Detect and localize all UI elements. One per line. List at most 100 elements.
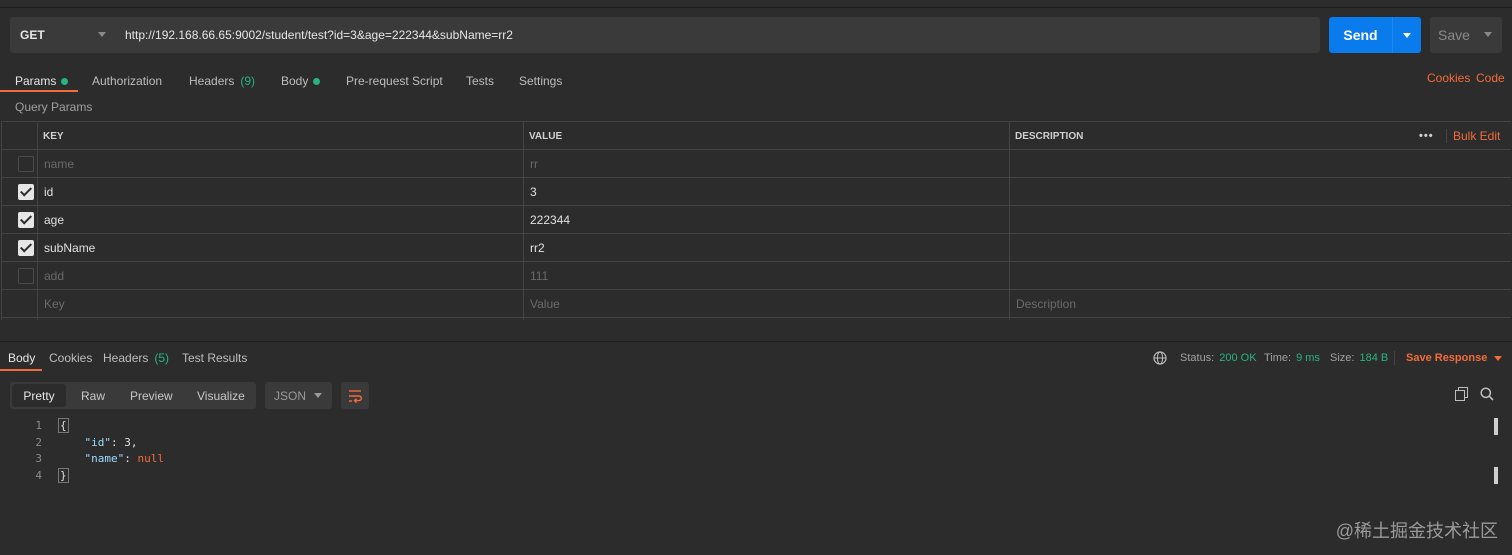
table-header-row: KEY VALUE DESCRIPTION ••• Bulk Edit [1, 122, 1511, 150]
open-brace: { [58, 418, 69, 433]
wrap-lines-button[interactable] [341, 382, 369, 409]
status-dot-icon [61, 77, 69, 85]
tab-params[interactable]: Params [15, 70, 69, 92]
param-value-cell[interactable]: 111 [524, 262, 548, 290]
status-value: 200 OK [1219, 352, 1257, 364]
tab-pre-request-script[interactable]: Pre-request Script [346, 70, 443, 92]
row-checkbox[interactable] [18, 268, 34, 284]
param-value-cell[interactable]: 3 [524, 178, 537, 206]
cookies-link[interactable]: Cookies [1427, 71, 1470, 85]
chevron-down-icon [98, 32, 106, 37]
line-number: 4 [35, 468, 42, 482]
view-visualize[interactable]: Visualize [197, 382, 245, 409]
param-key-cell[interactable]: id [38, 178, 53, 206]
save-button[interactable]: Save [1430, 17, 1502, 53]
param-value-cell[interactable]: rr2 [524, 234, 545, 262]
tab-label: Tests [466, 74, 495, 88]
copy-icon[interactable] [1455, 387, 1469, 404]
row-checkbox[interactable] [18, 184, 34, 200]
param-key-cell[interactable]: add [38, 262, 64, 290]
format-label: JSON [274, 388, 307, 403]
scrollbar-thumb[interactable] [1494, 467, 1498, 484]
row-checkbox[interactable] [18, 240, 34, 256]
response-tab-body[interactable]: Body [8, 350, 35, 366]
view-pretty[interactable]: Pretty [12, 384, 66, 407]
active-response-tab-indicator [0, 369, 42, 371]
chevron-down-icon [1403, 32, 1411, 38]
table-row: add 111 [1, 262, 1511, 290]
new-description-input[interactable]: Description [1010, 290, 1076, 318]
save-label: Save [1438, 27, 1470, 43]
save-response-button[interactable]: Save Response [1406, 350, 1503, 366]
globe-icon[interactable] [1153, 351, 1167, 368]
tab-label: Params [15, 74, 57, 88]
bulk-edit-link[interactable]: Bulk Edit [1447, 122, 1500, 150]
column-divider [523, 122, 524, 320]
code-link[interactable]: Code [1476, 71, 1505, 85]
row-checkbox[interactable] [18, 212, 34, 228]
value-column-header: VALUE [529, 130, 563, 142]
param-key-cell[interactable]: age [38, 206, 64, 234]
chevron-down-icon [314, 393, 322, 398]
tab-label: Headers [103, 351, 149, 365]
column-divider [1, 122, 2, 320]
param-value-cell[interactable]: 222344 [524, 206, 570, 234]
response-tab-headers[interactable]: Headers (5) [103, 350, 169, 366]
format-select[interactable]: JSON [265, 382, 332, 409]
more-options-icon[interactable]: ••• [1413, 122, 1434, 150]
table-row: name rr [1, 150, 1511, 178]
wrap-icon [349, 389, 362, 403]
row-checkbox[interactable] [18, 156, 34, 172]
tab-authorization[interactable]: Authorization [92, 70, 162, 92]
send-dropdown[interactable] [1393, 32, 1421, 38]
save-response-label: Save Response [1406, 352, 1488, 364]
column-divider [1009, 122, 1010, 320]
line-number: 1 [35, 419, 42, 432]
view-mode-selector: Pretty Raw Preview Visualize [10, 382, 256, 409]
window-top-strip [0, 0, 1512, 8]
time-readout: Time: 9 ms [1264, 350, 1320, 366]
new-key-input[interactable]: Key [38, 290, 65, 318]
param-key-cell[interactable]: subName [38, 234, 95, 262]
json-key: "id" [84, 435, 112, 449]
panel-separator [0, 341, 1512, 342]
query-params-title: Query Params [15, 100, 93, 114]
param-key-cell[interactable]: name [38, 150, 74, 178]
send-label: Send [1343, 27, 1378, 43]
response-tab-cookies[interactable]: Cookies [49, 350, 92, 366]
divider [1394, 351, 1395, 365]
table-row: age 222344 [1, 206, 1511, 234]
json-value: 3 [124, 435, 131, 449]
response-tab-test-results[interactable]: Test Results [182, 350, 247, 366]
time-value: 9 ms [1296, 352, 1320, 364]
view-raw[interactable]: Raw [81, 382, 105, 409]
time-label: Time: [1264, 352, 1292, 364]
method-select[interactable]: GET [10, 17, 116, 53]
method-label: GET [20, 28, 45, 42]
status-readout: Status: 200 OK [1180, 350, 1257, 366]
column-divider [37, 122, 38, 320]
query-params-table: KEY VALUE DESCRIPTION ••• Bulk Edit name… [1, 121, 1511, 320]
tab-label: Body [281, 74, 309, 88]
send-button[interactable]: Send [1329, 17, 1421, 53]
tab-label: Settings [519, 74, 563, 88]
table-row: subName rr2 [1, 234, 1511, 262]
param-value-cell[interactable]: rr [524, 150, 538, 178]
view-preview[interactable]: Preview [130, 382, 173, 409]
tab-body[interactable]: Body [281, 70, 321, 92]
key-column-header: KEY [43, 130, 64, 142]
response-body[interactable]: { "id": 3, "name": null } [58, 418, 164, 484]
send-divider [1392, 17, 1393, 53]
url-input[interactable]: http://192.168.66.65:9002/student/test?i… [116, 17, 1320, 53]
tab-settings[interactable]: Settings [519, 70, 562, 92]
tab-tests[interactable]: Tests [466, 70, 494, 92]
json-key: "name" [84, 452, 125, 465]
watermark: @稀土掘金技术社区 [1335, 521, 1498, 541]
table-row-new: Key Value Description [1, 290, 1511, 318]
tab-headers[interactable]: Headers (9) [189, 70, 255, 92]
tab-label: Authorization [92, 74, 163, 88]
new-value-input[interactable]: Value [524, 290, 560, 318]
json-value: null [137, 452, 165, 465]
scrollbar-thumb[interactable] [1494, 418, 1498, 435]
search-icon[interactable] [1480, 387, 1494, 404]
